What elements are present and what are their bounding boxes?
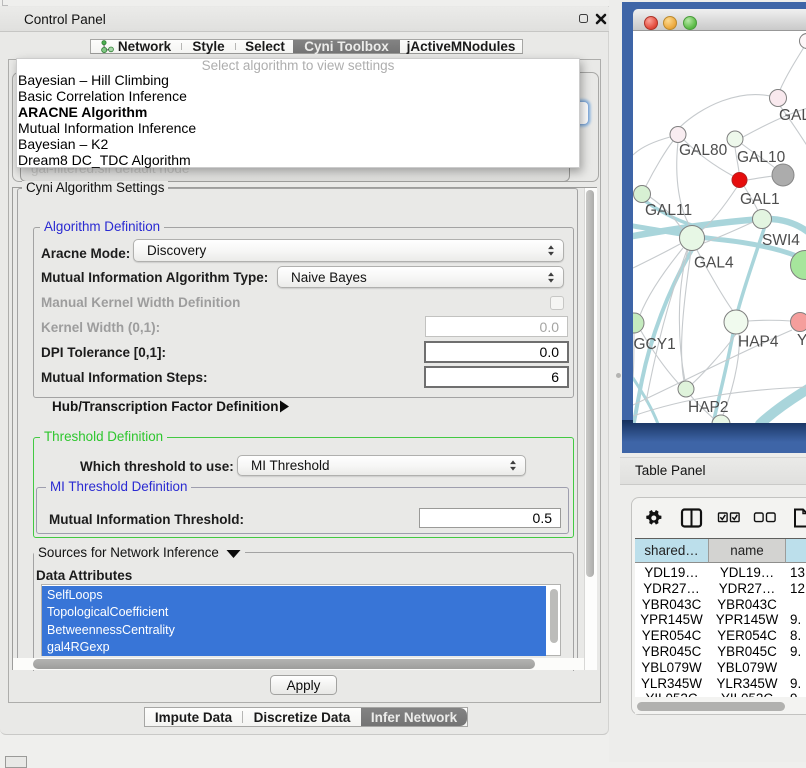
svg-text:Y: Y <box>797 332 806 349</box>
svg-text:GAL2: GAL2 <box>779 107 806 124</box>
svg-text:HAP4: HAP4 <box>738 334 779 351</box>
svg-text:GAL80: GAL80 <box>679 142 728 159</box>
svg-text:GAL4: GAL4 <box>694 255 734 272</box>
svg-text:SWI4: SWI4 <box>762 232 800 249</box>
svg-text:GCY1: GCY1 <box>634 336 676 353</box>
svg-text:GAL10: GAL10 <box>737 149 786 166</box>
svg-text:HAP2: HAP2 <box>688 399 729 416</box>
svg-text:GAL11: GAL11 <box>645 202 692 219</box>
svg-text:GAL1: GAL1 <box>740 191 780 208</box>
